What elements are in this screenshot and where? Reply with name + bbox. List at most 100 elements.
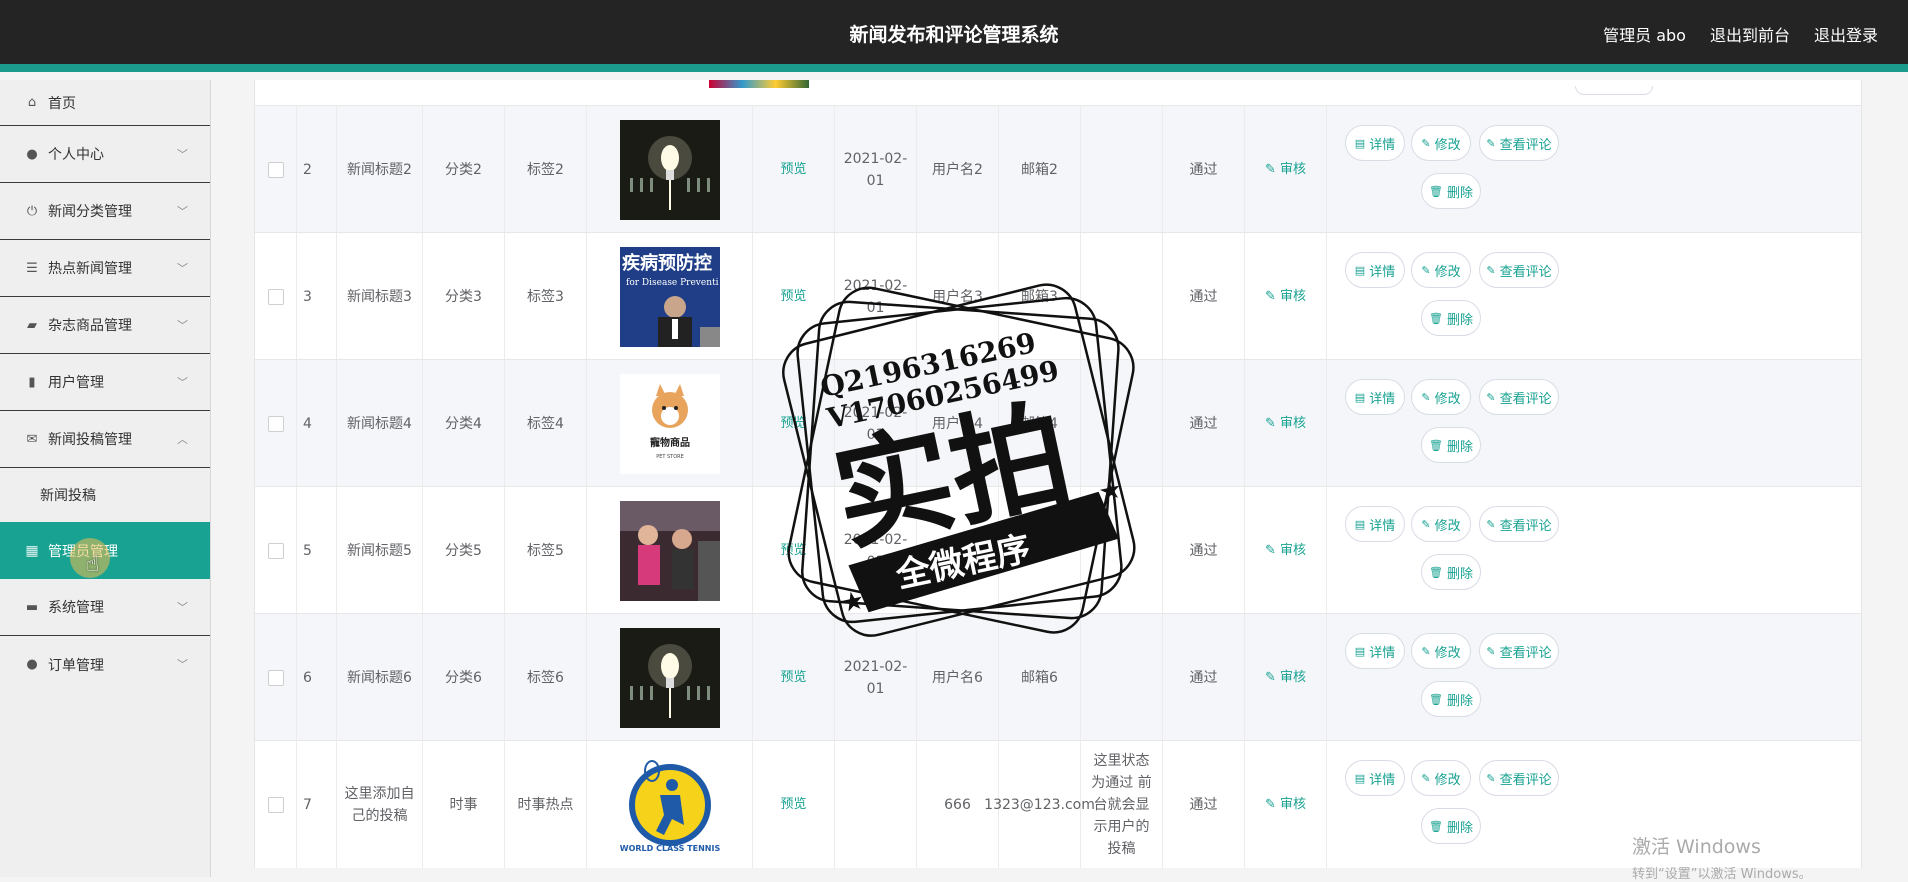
row-checkbox[interactable] [267,542,284,559]
view-comments-button[interactable]: ✎ 查看评论 [1479,252,1559,288]
view-comments-button-label: 查看评论 [1499,137,1552,153]
hand-cursor-icon: ☝ [86,552,100,577]
sidebar-subitem-submission[interactable]: 新闻投稿 [0,468,210,522]
detail-button[interactable]: ▤ 详情 [1345,506,1405,542]
cell-tag: 标签5 [505,487,587,614]
row-actions: ▤ 详情 ✎ 修改 ✎ 查看评论 🗑 删除 [1327,360,1861,487]
sidebar-item-label: 系统管理 [48,600,104,616]
detail-button[interactable]: ▤ 详情 [1345,760,1405,796]
delete-button[interactable]: 🗑 删除 [1421,173,1481,209]
cell-tag: 标签6 [505,614,587,741]
list-icon: ☰ [26,260,38,276]
delete-button[interactable]: 🗑 删除 [1421,681,1481,717]
audit-button[interactable]: ✎ 审核 [1265,159,1306,181]
edit-icon: ✎ [1421,263,1431,277]
row-checkbox[interactable] [267,288,284,305]
sidebar-item-magazine[interactable]: ▰ 杂志商品管理 ﹀ [0,297,210,354]
edit-button[interactable]: ✎ 修改 [1411,633,1471,669]
delete-button-label: 删除 [1446,185,1473,201]
table-row: 6 新闻标题6 分类6 标签6 预览 2021-02-01 用户名6 邮箱6 通过 ✎ 审核 ▤ 详情… [255,613,1861,741]
preview-link[interactable]: 预览 [780,413,806,435]
row-checkbox[interactable] [267,669,284,686]
sidebar-item-news-category[interactable]: ⏻ 新闻分类管理 ﹀ [0,183,210,240]
edit-button[interactable]: ✎ 修改 [1411,760,1471,796]
cell-remark [1081,614,1163,741]
preview-link[interactable]: 预览 [780,159,806,181]
detail-button[interactable]: ▤ 详情 [1345,252,1405,288]
preview-link[interactable]: 预览 [780,286,806,308]
audit-button[interactable]: ✎ 审核 [1265,286,1306,308]
cell-index: 2 [297,106,337,233]
row-checkbox[interactable] [267,161,284,178]
sidebar-item-submissions[interactable]: ✉ 新闻投稿管理 ︿ [0,411,210,468]
audit-button[interactable]: ✎ 审核 [1265,667,1306,689]
sidebar-item-hot-news[interactable]: ☰ 热点新闻管理 ﹀ [0,240,210,297]
sidebar-item-home[interactable]: ⌂ 首页 [0,80,210,126]
delete-button[interactable]: 🗑 删除 [1421,554,1481,590]
detail-button[interactable]: ▤ 详情 [1345,379,1405,415]
power-icon: ⏻ [26,203,38,219]
view-comments-button[interactable]: ✎ 查看评论 [1479,125,1559,161]
row-actions: ▤ 详情 ✎ 修改 ✎ 查看评论 🗑 删除 [1327,233,1861,360]
edit-button[interactable]: ✎ 修改 [1411,125,1471,161]
svg-text:for Disease Preventi: for Disease Preventi [626,278,719,288]
cell-chk [255,487,297,614]
detail-button-label: 详情 [1369,645,1396,661]
cell-email: 邮箱2 [999,106,1081,233]
audit-button[interactable]: ✎ 审核 [1265,794,1306,816]
cell-status: 通过 [1163,741,1245,868]
preview-link[interactable]: 预览 [780,794,806,816]
cell-preview: 预览 [753,360,835,487]
cell-audit: ✎ 审核 [1245,487,1327,614]
detail-button[interactable]: ▤ 详情 [1345,125,1405,161]
view-comments-button-label: 查看评论 [1499,518,1552,534]
delete-button-label: 删除 [1446,693,1473,709]
view-comments-button[interactable]: ✎ 查看评论 [1479,760,1559,796]
sidebar-item-system[interactable]: ▬ 系统管理 ﹀ [0,579,210,636]
cell-preview: 预览 [753,487,835,614]
edit-button[interactable]: ✎ 修改 [1411,252,1471,288]
chevron-down-icon: ﹀ [177,148,188,161]
view-comments-button-label: 查看评论 [1499,772,1552,788]
view-comments-button[interactable]: ✎ 查看评论 [1479,633,1559,669]
comments-icon: ✎ [1486,644,1496,658]
sidebar-item-orders[interactable]: ● 订单管理 ﹀ [0,636,210,693]
row-checkbox[interactable] [267,415,284,432]
admin-label[interactable]: 管理员 abo [1603,22,1686,46]
cell-email: 邮箱4 [999,360,1081,487]
cell-category: 时事 [423,741,505,868]
preview-link[interactable]: 预览 [780,540,806,562]
row-actions: ▤ 详情 ✎ 修改 ✎ 查看评论 🗑 删除 [1327,614,1861,741]
cell-preview: 预览 [753,614,835,741]
delete-button-label: 删除 [1446,312,1473,328]
chevron-up-icon: ︿ [177,433,188,446]
exit-front-link[interactable]: 退出到前台 [1710,22,1790,46]
audit-button[interactable]: ✎ 审核 [1265,413,1306,435]
sidebar-item-admin[interactable]: ▦ 管理员管理 ☝ [0,522,210,579]
table-row-partial [255,80,1861,105]
top-header: 新闻发布和评论管理系统 管理员 abo 退出到前台 退出登录 [0,0,1908,72]
row-checkbox[interactable] [267,796,284,813]
view-comments-button[interactable]: ✎ 查看评论 [1479,506,1559,542]
svg-text:PET STORE: PET STORE [656,454,684,460]
bars-icon: ▮ [28,374,36,390]
cell-image: 寵物商品 PET STORE [587,360,753,487]
chevron-down-icon: ﹀ [177,205,188,218]
view-comments-button[interactable]: ✎ 查看评论 [1479,379,1559,415]
detail-button[interactable]: ▤ 详情 [1345,633,1405,669]
delete-button[interactable]: 🗑 删除 [1421,427,1481,463]
edit-button[interactable]: ✎ 修改 [1411,506,1471,542]
news-thumbnail [619,119,720,220]
sidebar-item-profile[interactable]: ● 个人中心 ﹀ [0,126,210,183]
logout-link[interactable]: 退出登录 [1814,22,1878,46]
delete-button[interactable]: 🗑 删除 [1421,808,1481,844]
cell-user: 用户名3 [917,233,999,360]
cell-status: 通过 [1163,233,1245,360]
delete-button[interactable]: 🗑 删除 [1421,300,1481,336]
edit-icon: ✎ [1421,390,1431,404]
audit-button[interactable]: ✎ 审核 [1265,540,1306,562]
edit-button[interactable]: ✎ 修改 [1411,379,1471,415]
cell-chk [255,106,297,233]
preview-link[interactable]: 预览 [780,667,806,689]
sidebar-item-users[interactable]: ▮ 用户管理 ﹀ [0,354,210,411]
